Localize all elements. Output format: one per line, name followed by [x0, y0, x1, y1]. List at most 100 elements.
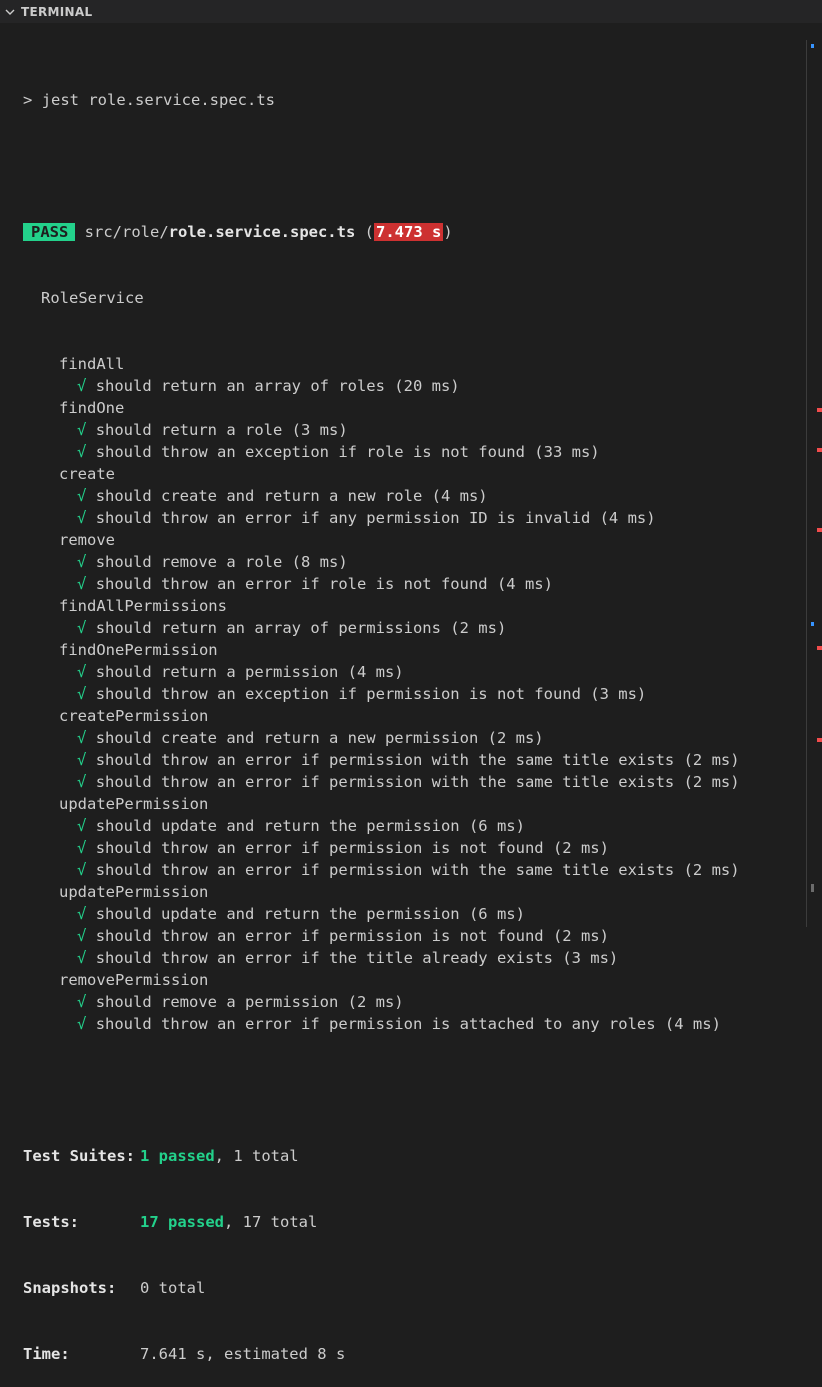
overview-ruler-marker	[817, 448, 822, 452]
describe-block-name: create	[59, 465, 115, 483]
test-result-row: √ should throw an error if permission is…	[23, 1013, 803, 1035]
check-icon: √	[77, 927, 87, 945]
check-icon: √	[77, 861, 87, 879]
check-icon: √	[77, 575, 87, 593]
check-icon: √	[77, 377, 87, 395]
describe-block-name: findOnePermission	[59, 641, 218, 659]
pass-badge: PASS	[23, 223, 76, 241]
test-result-row: √ should throw an exception if permissio…	[23, 683, 803, 705]
describe-block-name: findOne	[59, 399, 125, 417]
test-result-row: √ should throw an error if permission wi…	[23, 749, 803, 771]
terminal-panel-header[interactable]: TERMINAL	[0, 0, 822, 23]
scrollbar-track[interactable]	[806, 40, 807, 927]
suites-total: , 1 total	[214, 1147, 299, 1165]
test-description: should throw an error if permission is a…	[95, 1015, 721, 1033]
test-description: should remove a role (8 ms)	[95, 553, 348, 571]
test-description: should throw an error if permission with…	[95, 773, 740, 791]
overview-ruler-marker	[817, 408, 822, 412]
check-icon: √	[77, 729, 87, 747]
check-icon: √	[77, 839, 87, 857]
test-result-row: √ should throw an error if permission is…	[23, 837, 803, 859]
summary-label: Tests:	[23, 1213, 79, 1231]
test-result-row: √ should throw an exception if role is n…	[23, 441, 803, 463]
check-icon: √	[77, 949, 87, 967]
check-icon: √	[77, 553, 87, 571]
test-description: should throw an exception if role is not…	[95, 443, 600, 461]
check-icon: √	[77, 487, 87, 505]
tests-passed: 17 passed	[140, 1213, 224, 1231]
check-icon: √	[77, 421, 87, 439]
describe-block-name: updatePermission	[59, 883, 209, 901]
test-result-row: √ should remove a permission (2 ms)	[23, 991, 803, 1013]
test-result-row: √ should create and return a new permiss…	[23, 727, 803, 749]
test-result-row: √ should throw an error if permission wi…	[23, 771, 803, 793]
test-description: should remove a permission (2 ms)	[95, 993, 404, 1011]
suite-name: RoleService	[41, 289, 144, 307]
test-description: should update and return the permission …	[95, 817, 525, 835]
overview-ruler-marker	[811, 44, 814, 48]
check-icon: √	[77, 993, 87, 1011]
prompt-symbol: >	[23, 91, 33, 109]
test-result-row: √ should return an array of roles (20 ms…	[23, 375, 803, 397]
describe-block-name: findAllPermissions	[59, 597, 227, 615]
test-description: should return a role (3 ms)	[95, 421, 348, 439]
check-icon: √	[77, 905, 87, 923]
overview-ruler-marker	[817, 528, 822, 532]
test-groups: findAll √ should return an array of roles…	[23, 353, 803, 1035]
check-icon: √	[77, 1015, 87, 1033]
check-icon: √	[77, 663, 87, 681]
summary-label: Test Suites:	[23, 1147, 135, 1165]
summary-tests: Tests: 17 passed, 17 total	[23, 1211, 803, 1233]
check-icon: √	[77, 509, 87, 527]
command-text: jest role.service.spec.ts	[41, 91, 275, 109]
summary-suites: Test Suites: 1 passed, 1 total	[23, 1145, 803, 1167]
time-value: 7.641 s, estimated 8 s	[140, 1345, 346, 1363]
test-result-row: √ should return an array of permissions …	[23, 617, 803, 639]
command-line: > jest role.service.spec.ts	[23, 89, 803, 111]
tests-total: , 17 total	[224, 1213, 318, 1231]
overview-ruler-marker	[817, 738, 822, 742]
duration-badge: 7.473 s	[374, 223, 444, 241]
test-result-row: √ should throw an error if permission is…	[23, 925, 803, 947]
test-description: should create and return a new permissio…	[95, 729, 544, 747]
test-result-row: √ should return a permission (4 ms)	[23, 661, 803, 683]
test-description: should return a permission (4 ms)	[95, 663, 404, 681]
test-result-row: √ should throw an error if any permissio…	[23, 507, 803, 529]
describe-block-name: createPermission	[59, 707, 209, 725]
check-icon: √	[77, 751, 87, 769]
test-description: should throw an error if permission is n…	[95, 927, 609, 945]
describe-block-name: remove	[59, 531, 115, 549]
summary-time: Time: 7.641 s, estimated 8 s	[23, 1343, 803, 1365]
summary-label: Time:	[23, 1345, 70, 1363]
test-result-row: √ should create and return a new role (4…	[23, 485, 803, 507]
paren-close: )	[443, 223, 453, 241]
overview-ruler-marker	[817, 646, 822, 650]
test-result-row: √ should throw an error if the title alr…	[23, 947, 803, 969]
test-description: should throw an error if permission with…	[95, 861, 740, 879]
result-line: PASS src/role/role.service.spec.ts (7.47…	[23, 221, 803, 243]
chevron-down-icon[interactable]	[5, 7, 15, 17]
test-result-row: √ should throw an error if permission wi…	[23, 859, 803, 881]
spec-path-dir: src/role/	[84, 223, 169, 241]
test-result-row: √ should return a role (3 ms)	[23, 419, 803, 441]
test-description: should throw an error if role is not fou…	[95, 575, 553, 593]
summary-label: Snapshots:	[23, 1279, 117, 1297]
suites-passed: 1 passed	[140, 1147, 215, 1165]
test-description: should create and return a new role (4 m…	[95, 487, 488, 505]
describe-block-name: removePermission	[59, 971, 209, 989]
describe-block-name: findAll	[59, 355, 125, 373]
terminal-output[interactable]: > jest role.service.spec.ts PASS src/rol…	[23, 45, 803, 1387]
overview-ruler-marker	[811, 622, 814, 626]
summary-snapshots: Snapshots: 0 total	[23, 1277, 803, 1299]
test-description: should throw an error if any permission …	[95, 509, 656, 527]
check-icon: √	[77, 685, 87, 703]
test-result-row: √ should remove a role (8 ms)	[23, 551, 803, 573]
test-description: should throw an exception if permission …	[95, 685, 647, 703]
check-icon: √	[77, 817, 87, 835]
scrollbar-thumb[interactable]	[811, 884, 814, 892]
test-result-row: √ should throw an error if role is not f…	[23, 573, 803, 595]
test-result-row: √ should update and return the permissio…	[23, 815, 803, 837]
test-description: should throw an error if permission with…	[95, 751, 740, 769]
test-description: should update and return the permission …	[95, 905, 525, 923]
panel-title: TERMINAL	[21, 4, 93, 19]
